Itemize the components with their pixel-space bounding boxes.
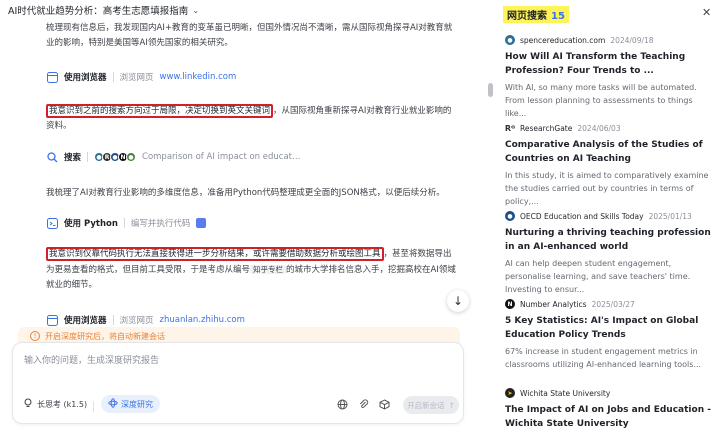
result-snippet: In this study, it is aimed to comparativ… — [505, 171, 709, 206]
search-result[interactable]: Rᴳ ResearchGate 2024/06/03 Comparative A… — [505, 122, 715, 208]
favicon-icon: ● — [505, 211, 515, 221]
assistant-thought-2: 我意识到之前的搜索方向过于局限，决定切换到英文关键词 ，从国际视角重新探寻AI对教… — [46, 104, 458, 134]
result-title[interactable]: Nurturing a thriving teaching profession… — [505, 226, 715, 254]
result-source: spencereducation.com — [520, 35, 606, 45]
result-source: ResearchGate — [520, 123, 573, 133]
result-title[interactable]: How Will AI Transform the Teaching Profe… — [505, 50, 715, 78]
favicon-icon: ● — [505, 35, 515, 45]
assistant-thought-4: 我意识到仅靠代码执行无法直接获得进一步分析结果，或许需要借助数据分析或绘图工具，… — [46, 247, 458, 293]
model-label: 长思考 (k1.5) — [37, 399, 88, 409]
cube-icon[interactable] — [379, 399, 390, 413]
search-result[interactable]: N Number Analytics 2025/03/27 5 Key Stat… — [505, 298, 715, 371]
tool-link[interactable]: www.linkedin.com — [160, 72, 237, 82]
result-meta: ● spencereducation.com 2024/09/18 — [505, 34, 715, 46]
result-date: 2025/03/27 — [591, 299, 635, 309]
result-title[interactable]: The Impact of AI on Jobs and Education -… — [505, 403, 715, 430]
conversation-title-text: AI时代就业趋势分析：高考生志愿填报指南 — [8, 6, 189, 17]
divider — [93, 401, 94, 412]
arrow-up-icon: ↑ — [448, 400, 455, 410]
favicon-icon: ➤ — [505, 388, 515, 398]
divider — [123, 218, 125, 228]
tool-call-search[interactable]: 搜索 ● R ● N ● Comparison of AI impact on … — [46, 146, 302, 168]
favicon-icon: ● — [126, 152, 137, 162]
tool-call-python[interactable]: 使用 Python 编写并执行代码 — [46, 212, 207, 234]
result-source: Wichita State University — [520, 388, 611, 398]
deep-research-label: 深度研究 — [121, 399, 153, 409]
divider — [87, 152, 89, 162]
assistant-thought-1: 梳理现有信息后，我发现国内AI+教育的变革虽已明晰，但国外情况尚不清晰，需从国际… — [46, 23, 453, 48]
arrow-down-icon: ↓ — [452, 294, 464, 308]
result-date: 2024/09/18 — [610, 35, 654, 45]
panel-title-text: 网页搜索 — [507, 11, 547, 22]
result-meta: N Number Analytics 2025/03/27 — [505, 298, 715, 310]
panel-header: 网页搜索 15 ✕ — [497, 4, 720, 24]
notice-text: 开启深度研究后，将自动新建会话 — [45, 331, 165, 341]
highlighted-text-1: 我意识到之前的搜索方向过于局限，决定切换到英文关键词 — [46, 104, 274, 118]
deep-research-toggle[interactable]: 深度研究 — [101, 395, 160, 413]
keyword-tag: 知乎专栏 — [250, 265, 287, 274]
send-button[interactable]: 开启新会话 ↑ — [403, 396, 459, 414]
message-input[interactable]: 输入你的问题，生成深度研究报告 — [24, 353, 159, 366]
scroll-to-bottom-button[interactable]: ↓ — [447, 290, 469, 312]
send-label: 开启新会话 — [407, 400, 445, 410]
tool-name: 使用浏览器 — [64, 316, 107, 326]
tool-name: 搜索 — [64, 153, 82, 163]
tool-description: 编写并执行代码 — [130, 219, 191, 229]
result-snippet: With AI, so many more tasks will be auto… — [505, 83, 697, 118]
composer-tools — [337, 399, 390, 413]
conversation-title[interactable]: AI时代就业趋势分析：高考生志愿填报指南 ⌄ — [0, 0, 470, 20]
result-snippet: AI can help deepen student engagement, p… — [505, 259, 691, 294]
attachment-icon[interactable] — [358, 399, 369, 413]
composer: 输入你的问题，生成深度研究报告 长思考 (k1.5) 深度研究 开启新会话 ↑ — [12, 342, 464, 424]
result-snippet: 67% increase in student engagement metri… — [505, 347, 702, 369]
search-result[interactable]: ➤ Wichita State University The Impact of… — [505, 387, 715, 430]
search-result[interactable]: ● spencereducation.com 2024/09/18 How Wi… — [505, 34, 715, 120]
result-title[interactable]: Comparative Analysis of the Studies of C… — [505, 138, 715, 166]
tool-link[interactable]: zhuanlan.zhihu.com — [160, 315, 245, 325]
result-title[interactable]: 5 Key Statistics: AI's Impact on Global … — [505, 314, 715, 342]
search-results-panel: 网页搜索 15 ✕ ● spencereducation.com 2024/09/… — [497, 0, 720, 430]
tool-name: 使用 Python — [64, 219, 118, 229]
file-icon[interactable] — [196, 218, 207, 228]
divider — [112, 72, 114, 82]
result-source: OECD Education and Skills Today — [520, 211, 644, 221]
chat-pane: AI时代就业趋势分析：高考生志愿填报指南 ⌄ 梳理现有信息后，我发现国内AI+教… — [0, 0, 470, 430]
atom-icon — [108, 398, 118, 410]
model-selector[interactable]: 长思考 (k1.5) — [23, 398, 87, 410]
result-meta: ➤ Wichita State University — [505, 387, 715, 399]
close-icon[interactable]: ✕ — [702, 6, 711, 19]
researchgate-icon: Rᴳ — [504, 123, 516, 133]
assistant-thought-3: 我梳理了AI对教育行业影响的多维度信息，准备用Python代码整理成更全面的JS… — [46, 188, 445, 198]
globe-icon[interactable] — [337, 399, 348, 413]
number-analytics-icon: N — [505, 299, 515, 309]
tool-description: 浏览网页 — [119, 316, 154, 326]
scrollbar-thumb[interactable] — [488, 83, 493, 97]
result-count: 15 — [551, 11, 565, 22]
tool-call-browser-1[interactable]: 使用浏览器 浏览网页 www.linkedin.com — [46, 66, 236, 88]
result-date: 2025/01/13 — [648, 211, 692, 221]
browser-icon — [46, 314, 58, 326]
search-result[interactable]: ● OECD Education and Skills Today 2025/0… — [505, 210, 715, 296]
search-query: Comparison of AI impact on educatio... — [142, 152, 303, 162]
result-meta: ● OECD Education and Skills Today 2025/0… — [505, 210, 715, 222]
divider — [112, 315, 114, 325]
browser-icon — [46, 71, 58, 83]
info-icon: ! — [30, 331, 40, 341]
chevron-down-icon[interactable]: ⌄ — [192, 6, 199, 15]
result-source: Number Analytics — [520, 299, 587, 309]
code-icon — [46, 217, 58, 229]
search-icon — [46, 151, 58, 163]
result-date: 2024/06/03 — [577, 123, 621, 133]
result-meta: Rᴳ ResearchGate 2024/06/03 — [505, 122, 715, 134]
highlighted-text-2: 我意识到仅靠代码执行无法直接获得进一步分析结果，或许需要借助数据分析或绘图工具 — [46, 247, 384, 261]
source-favicons: ● R ● N ● — [94, 152, 137, 162]
tool-name: 使用浏览器 — [64, 73, 107, 83]
tool-description: 浏览网页 — [119, 73, 154, 83]
lightbulb-icon — [23, 398, 33, 410]
panel-title: 网页搜索 15 — [503, 6, 569, 23]
